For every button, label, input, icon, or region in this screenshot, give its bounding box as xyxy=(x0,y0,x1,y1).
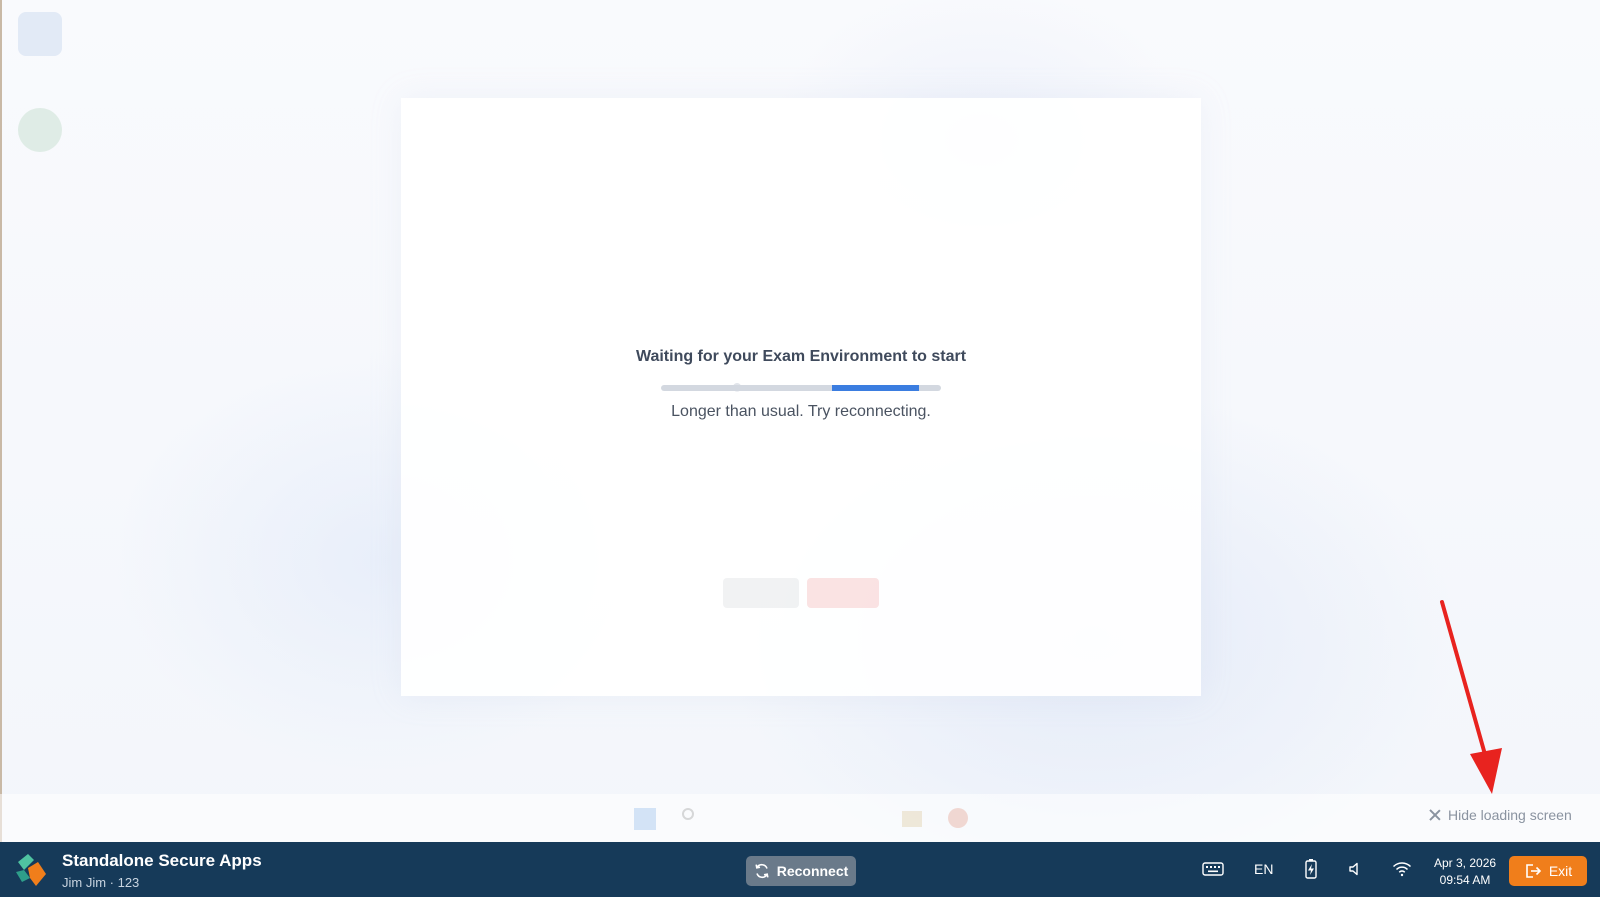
app-logo-icon xyxy=(16,854,46,886)
hide-loading-screen-button[interactable]: Hide loading screen xyxy=(1428,805,1572,825)
folder-icon xyxy=(902,811,922,827)
progress-bar-fill xyxy=(832,385,919,391)
loading-title: Waiting for your Exam Environment to sta… xyxy=(635,348,967,365)
exit-label: Exit xyxy=(1548,863,1573,879)
language-indicator[interactable]: EN xyxy=(1254,858,1273,880)
desktop-icon xyxy=(18,12,62,56)
exit-button[interactable]: Exit xyxy=(1509,856,1587,886)
search-icon xyxy=(682,808,694,820)
keyboard-icon[interactable] xyxy=(1202,858,1224,880)
hide-loading-label: Hide loading screen xyxy=(1448,807,1572,823)
windows-start-icon xyxy=(634,808,656,830)
close-icon xyxy=(1428,808,1442,822)
user-info: Jim Jim · 123 xyxy=(62,875,140,890)
reconnect-button[interactable]: Reconnect xyxy=(746,856,856,886)
secure-app-bar: Standalone Secure Apps Jim Jim · 123 Rec… xyxy=(0,842,1600,897)
clock-time: 09:54 AM xyxy=(1439,873,1491,887)
progress-bar xyxy=(661,385,941,391)
app-icon xyxy=(948,808,968,828)
clock: Apr 3, 2026 09:54 AM xyxy=(1434,855,1496,889)
ghost-button xyxy=(723,578,799,608)
desktop-icon xyxy=(18,108,62,152)
reconnect-label: Reconnect xyxy=(776,863,849,879)
clock-date: Apr 3, 2026 xyxy=(1434,856,1497,870)
annotation-arrow xyxy=(1440,600,1502,794)
ghost-button xyxy=(807,578,879,608)
app-name: Standalone Secure Apps xyxy=(62,851,262,870)
battery-charging-icon[interactable] xyxy=(1304,858,1318,880)
refresh-icon xyxy=(755,863,769,879)
windows-taskbar-ghost xyxy=(0,794,1600,842)
wifi-icon[interactable] xyxy=(1392,858,1412,880)
loading-status: Longer than usual. Try reconnecting. xyxy=(671,403,931,420)
volume-icon[interactable] xyxy=(1348,858,1364,880)
exit-icon xyxy=(1526,864,1541,878)
loading-dialog: ● Waiting for your Exam Environment to s… xyxy=(401,98,1201,696)
